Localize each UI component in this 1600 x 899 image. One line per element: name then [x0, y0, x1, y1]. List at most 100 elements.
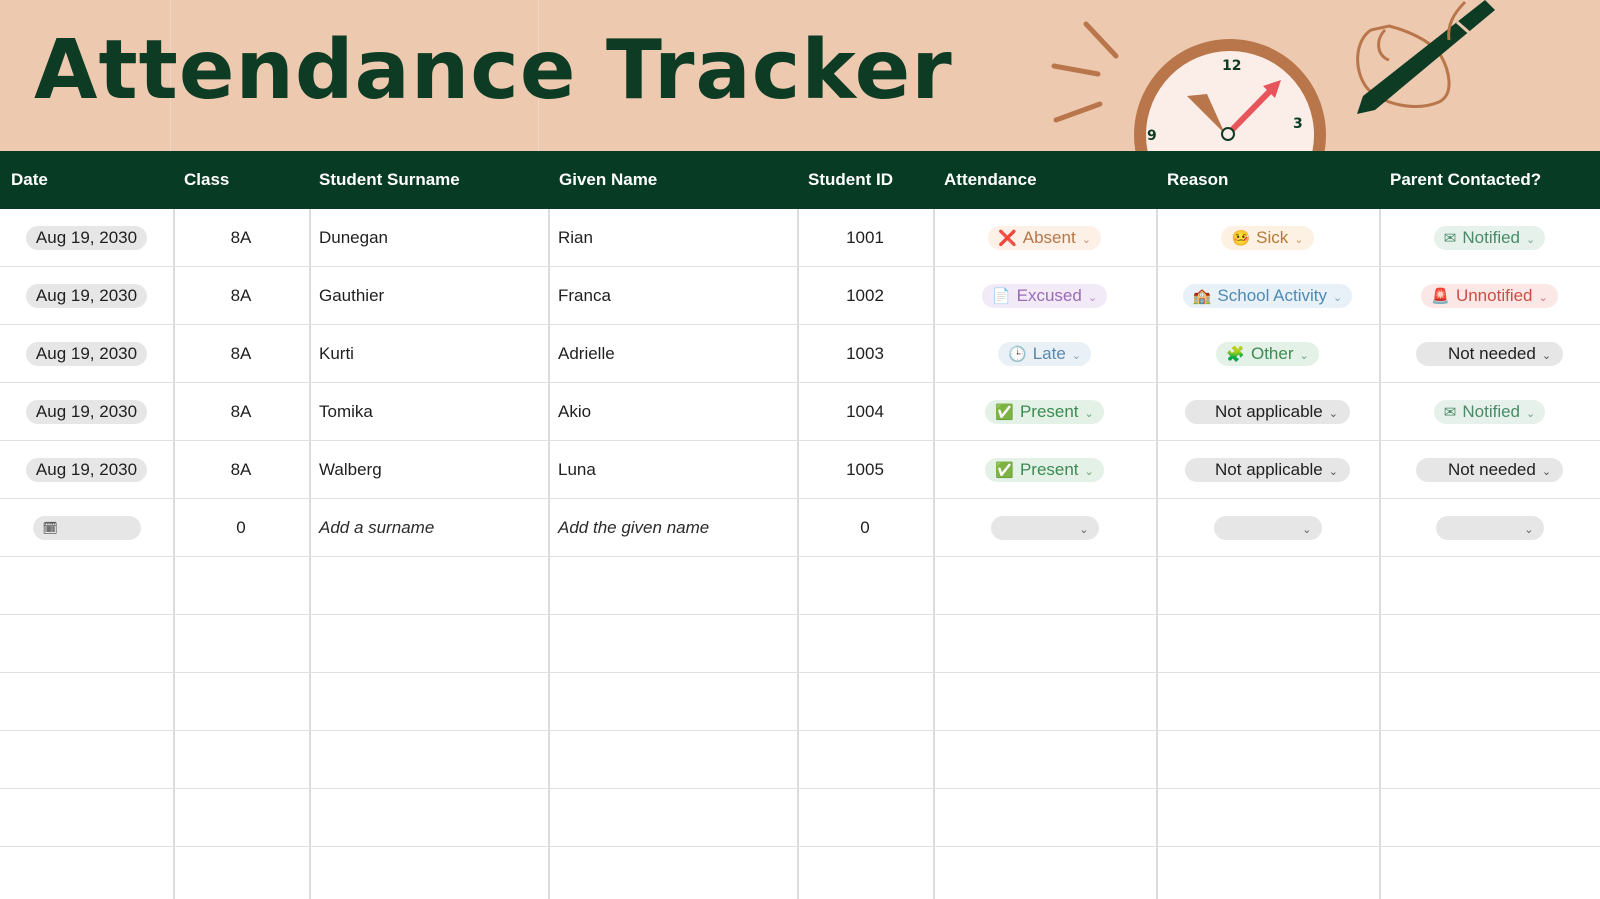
attendance-cell[interactable]: ✅ Present ⌄	[933, 441, 1156, 499]
reason-cell[interactable]: 🏫 School Activity ⌄	[1156, 267, 1379, 325]
sick-face-icon: 🤒	[1231, 229, 1251, 247]
empty-row[interactable]	[0, 557, 1600, 615]
reason-select[interactable]: 🧩 Other ⌄	[1216, 342, 1319, 366]
reason-select[interactable]: Not applicable ⌄	[1185, 458, 1350, 482]
attendance-value: Present	[1019, 402, 1079, 421]
parent-contacted-cell[interactable]: Not needed ⌄	[1379, 325, 1600, 383]
reason-cell[interactable]: 🤒 Sick ⌄	[1156, 209, 1379, 267]
surname-input[interactable]: Add a surname	[309, 499, 548, 557]
chevron-down-icon: ⌄	[1299, 349, 1309, 362]
empty-row[interactable]	[0, 847, 1600, 899]
column-header-date[interactable]: Date	[11, 151, 48, 209]
class-cell[interactable]: 8A	[173, 209, 309, 267]
clock-number-9: 9	[1147, 128, 1157, 144]
empty-row[interactable]	[0, 731, 1600, 789]
student-id-cell[interactable]: 1004	[797, 383, 933, 441]
parent-contacted-cell[interactable]: ✉ Notified ⌄	[1379, 209, 1600, 267]
parent-contacted-select[interactable]: ✉ Notified ⌄	[1433, 400, 1546, 424]
clock-number-3: 3	[1293, 116, 1303, 132]
given-name-cell[interactable]: Rian	[548, 209, 797, 267]
parent-contacted-cell[interactable]: ✉ Notified ⌄	[1379, 383, 1600, 441]
surname-cell[interactable]: Gauthier	[309, 267, 548, 325]
chevron-down-icon: ⌄	[1081, 233, 1091, 246]
date-pill[interactable]: Aug 19, 2030	[25, 342, 148, 366]
student-id-cell[interactable]: 0	[797, 499, 933, 557]
empty-row[interactable]	[0, 789, 1600, 847]
parent-contacted-select[interactable]: Not needed ⌄	[1415, 342, 1564, 366]
reason-select[interactable]: ⌄	[1213, 516, 1322, 540]
column-header-given-name[interactable]: Given Name	[559, 151, 657, 209]
given-name-cell[interactable]: Adrielle	[548, 325, 797, 383]
column-header-class[interactable]: Class	[184, 151, 229, 209]
date-cell[interactable]: Aug 19, 2030	[0, 209, 173, 267]
new-row: 🗓 0 Add a surname Add the given name 0 ⌄…	[0, 499, 1600, 557]
column-header-attendance[interactable]: Attendance	[944, 151, 1037, 209]
attendance-select[interactable]: 📄 Excused ⌄	[981, 284, 1108, 308]
date-pill[interactable]: Aug 19, 2030	[25, 226, 148, 250]
attendance-cell[interactable]: ❌ Absent ⌄	[933, 209, 1156, 267]
given-name-input[interactable]: Add the given name	[548, 499, 797, 557]
chevron-down-icon: ⌄	[1294, 233, 1304, 246]
parent-contacted-select[interactable]: ✉ Notified ⌄	[1433, 226, 1546, 250]
attendance-select[interactable]: ❌ Absent ⌄	[988, 226, 1101, 250]
column-header-parent-contacted[interactable]: Parent Contacted?	[1390, 151, 1541, 209]
attendance-select[interactable]: ✅ Present ⌄	[985, 458, 1104, 482]
student-id-cell[interactable]: 1001	[797, 209, 933, 267]
date-pill[interactable]: Aug 19, 2030	[25, 458, 148, 482]
motion-lines-illustration	[1051, 21, 1119, 123]
date-cell[interactable]: Aug 19, 2030	[0, 325, 173, 383]
given-name-cell[interactable]: Akio	[548, 383, 797, 441]
class-cell[interactable]: 8A	[173, 267, 309, 325]
date-cell[interactable]: 🗓	[0, 499, 173, 557]
reason-cell[interactable]: Not applicable ⌄	[1156, 383, 1379, 441]
attendance-select[interactable]: ✅ Present ⌄	[985, 400, 1104, 424]
column-header-surname[interactable]: Student Surname	[319, 151, 460, 209]
reason-select[interactable]: 🏫 School Activity ⌄	[1182, 284, 1353, 308]
attendance-select[interactable]: ⌄	[990, 516, 1099, 540]
date-picker[interactable]: 🗓	[32, 516, 141, 540]
class-cell[interactable]: 8A	[173, 383, 309, 441]
attendance-cell[interactable]: 📄 Excused ⌄	[933, 267, 1156, 325]
empty-row[interactable]	[0, 615, 1600, 673]
chevron-down-icon: ⌄	[1071, 349, 1081, 362]
class-cell[interactable]: 0	[173, 499, 309, 557]
parent-contacted-select[interactable]: 🚨 Unnotified ⌄	[1421, 284, 1558, 308]
parent-contacted-select[interactable]: ⌄	[1435, 516, 1544, 540]
surname-cell[interactable]: Tomika	[309, 383, 548, 441]
parent-contacted-cell[interactable]: 🚨 Unnotified ⌄	[1379, 267, 1600, 325]
reason-select[interactable]: Not applicable ⌄	[1185, 400, 1350, 424]
date-pill[interactable]: Aug 19, 2030	[25, 400, 148, 424]
column-header-student-id[interactable]: Student ID	[808, 151, 893, 209]
chevron-down-icon: ⌄	[1328, 465, 1338, 478]
class-cell[interactable]: 8A	[173, 441, 309, 499]
puzzle-icon: 🧩	[1226, 345, 1245, 363]
parent-contacted-cell[interactable]: Not needed ⌄	[1379, 441, 1600, 499]
date-cell[interactable]: Aug 19, 2030	[0, 267, 173, 325]
reason-cell[interactable]: ⌄	[1156, 499, 1379, 557]
date-cell[interactable]: Aug 19, 2030	[0, 441, 173, 499]
reason-select[interactable]: 🤒 Sick ⌄	[1221, 226, 1314, 250]
reason-cell[interactable]: Not applicable ⌄	[1156, 441, 1379, 499]
class-cell[interactable]: 8A	[173, 325, 309, 383]
surname-cell[interactable]: Dunegan	[309, 209, 548, 267]
surname-cell[interactable]: Walberg	[309, 441, 548, 499]
empty-row[interactable]	[0, 673, 1600, 731]
column-header-reason[interactable]: Reason	[1167, 151, 1228, 209]
reason-cell[interactable]: 🧩 Other ⌄	[1156, 325, 1379, 383]
attendance-cell[interactable]: ⌄	[933, 499, 1156, 557]
student-id-cell[interactable]: 1005	[797, 441, 933, 499]
parent-contacted-cell[interactable]: ⌄	[1379, 499, 1600, 557]
attendance-select[interactable]: 🕒 Late ⌄	[998, 342, 1091, 366]
student-id-cell[interactable]: 1002	[797, 267, 933, 325]
student-id-cell[interactable]: 1003	[797, 325, 933, 383]
attendance-cell[interactable]: 🕒 Late ⌄	[933, 325, 1156, 383]
date-pill[interactable]: Aug 19, 2030	[25, 284, 148, 308]
page-banner: Attendance Tracker 12 3 9	[0, 0, 1600, 151]
surname-cell[interactable]: Kurti	[309, 325, 548, 383]
attendance-value: Late	[1032, 344, 1066, 363]
given-name-cell[interactable]: Luna	[548, 441, 797, 499]
attendance-cell[interactable]: ✅ Present ⌄	[933, 383, 1156, 441]
date-cell[interactable]: Aug 19, 2030	[0, 383, 173, 441]
given-name-cell[interactable]: Franca	[548, 267, 797, 325]
parent-contacted-select[interactable]: Not needed ⌄	[1415, 458, 1564, 482]
